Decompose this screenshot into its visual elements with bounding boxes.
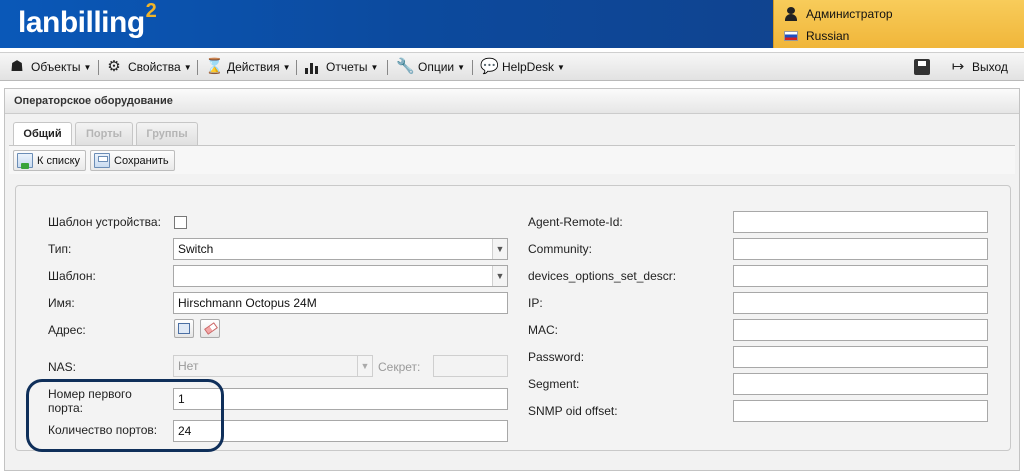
list-back-icon bbox=[17, 153, 33, 169]
menu-actions-label: Действия bbox=[227, 60, 280, 74]
speech-bubble-icon: 💬 bbox=[480, 58, 499, 75]
type-value: Switch bbox=[178, 242, 214, 256]
ip-input[interactable] bbox=[733, 292, 988, 314]
secret-input[interactable] bbox=[433, 355, 508, 377]
app-logo[interactable]: lanbilling2 bbox=[18, 0, 157, 40]
template-device-label: Шаблон устройства: bbox=[48, 215, 161, 229]
floppy-icon bbox=[914, 59, 930, 75]
chevron-down-icon[interactable]: ▼ bbox=[357, 356, 372, 376]
segment-label: Segment: bbox=[528, 377, 580, 391]
logo-superscript: 2 bbox=[145, 0, 157, 22]
menu-properties[interactable]: ⚙ Свойства ▼ bbox=[106, 53, 192, 81]
back-to-list-button[interactable]: К списку bbox=[13, 150, 87, 171]
menu-separator bbox=[296, 60, 297, 75]
menu-options[interactable]: 🔧 Опции ▼ bbox=[396, 53, 465, 81]
community-label: Community: bbox=[528, 242, 593, 256]
user-name: Администратор bbox=[806, 7, 893, 21]
caret-down-icon: ▼ bbox=[370, 62, 379, 72]
ip-label: IP: bbox=[528, 296, 543, 310]
menu-objects-label: Объекты bbox=[31, 60, 81, 74]
save-icon bbox=[94, 153, 110, 168]
caret-down-icon: ▼ bbox=[557, 62, 565, 72]
russian-flag-icon bbox=[784, 31, 798, 41]
tab-ports[interactable]: Порты bbox=[75, 122, 133, 145]
menu-properties-label: Свойства bbox=[128, 60, 181, 74]
logout-icon: ↦ bbox=[951, 58, 965, 75]
main-menubar: ☗ Объекты ▼ ⚙ Свойства ▼ ⌛ Действия ▼ Отчет… bbox=[0, 52, 1024, 81]
clear-address-button[interactable] bbox=[200, 319, 220, 338]
save-label: Сохранить bbox=[114, 154, 169, 167]
password-input[interactable] bbox=[733, 346, 988, 368]
devices-options-descr-label: devices_options_set_descr: bbox=[528, 269, 677, 283]
caret-down-icon: ▼ bbox=[183, 62, 192, 72]
menu-reports[interactable]: Отчеты ▼ bbox=[304, 53, 378, 81]
tab-general[interactable]: Общий bbox=[13, 122, 72, 146]
menu-separator bbox=[197, 60, 198, 75]
mac-input[interactable] bbox=[733, 319, 988, 341]
nas-label: NAS: bbox=[48, 360, 77, 374]
save-session-button[interactable] bbox=[914, 53, 936, 81]
agent-remote-id-label: Agent-Remote-Id: bbox=[528, 215, 623, 229]
menu-helpdesk-label: HelpDesk bbox=[502, 60, 555, 74]
type-label: Тип: bbox=[48, 242, 72, 256]
template-device-checkbox[interactable] bbox=[174, 216, 187, 229]
language-label: Russian bbox=[806, 29, 850, 43]
template-label: Шаблон: bbox=[48, 269, 96, 283]
user-menu[interactable]: Администратор bbox=[784, 4, 893, 24]
eraser-icon bbox=[204, 322, 218, 335]
caret-down-icon: ▼ bbox=[83, 62, 92, 72]
address-label: Адрес: bbox=[48, 323, 86, 337]
wrench-icon: 🔧 bbox=[396, 58, 415, 75]
menu-reports-label: Отчеты bbox=[326, 60, 368, 74]
segment-input[interactable] bbox=[733, 373, 988, 395]
template-select[interactable]: ▼ bbox=[173, 265, 508, 287]
panel-toolbar: К списку Сохранить bbox=[9, 146, 1015, 174]
logo-text: lanbilling bbox=[18, 6, 145, 39]
bar-chart-icon bbox=[304, 59, 320, 75]
devices-options-descr-input[interactable] bbox=[733, 265, 988, 287]
caret-down-icon: ▼ bbox=[457, 62, 466, 72]
secret-label: Секрет: bbox=[378, 360, 421, 374]
menu-separator bbox=[472, 60, 473, 75]
address-book-button[interactable] bbox=[174, 319, 194, 338]
type-select[interactable]: Switch ▼ bbox=[173, 238, 508, 260]
agent-remote-id-input[interactable] bbox=[733, 211, 988, 233]
person-icon bbox=[784, 7, 798, 21]
language-selector[interactable]: Russian bbox=[784, 26, 849, 46]
gear-icon: ⚙ bbox=[107, 58, 121, 75]
name-label: Имя: bbox=[48, 296, 75, 310]
menu-separator bbox=[98, 60, 99, 75]
logout-button[interactable]: ↦ Выход bbox=[950, 53, 1008, 81]
password-label: Password: bbox=[528, 350, 585, 364]
menu-separator bbox=[387, 60, 388, 75]
save-button[interactable]: Сохранить bbox=[90, 150, 175, 171]
chevron-down-icon[interactable]: ▼ bbox=[492, 239, 507, 259]
hourglass-icon: ⌛ bbox=[205, 58, 224, 75]
panel-title: Операторское оборудование bbox=[5, 89, 1019, 114]
snmp-oid-offset-label: SNMP oid offset: bbox=[528, 404, 618, 418]
tab-groups[interactable]: Группы bbox=[136, 122, 198, 145]
back-to-list-label: К списку bbox=[37, 154, 81, 167]
nas-value: Нет bbox=[178, 359, 199, 373]
chevron-down-icon[interactable]: ▼ bbox=[492, 266, 507, 286]
user-panel: Администратор Russian bbox=[773, 0, 1024, 48]
mac-label: MAC: bbox=[528, 323, 558, 337]
community-input[interactable] bbox=[733, 238, 988, 260]
logout-label: Выход bbox=[972, 60, 1008, 74]
menu-options-label: Опции bbox=[418, 60, 455, 74]
menu-actions[interactable]: ⌛ Действия ▼ bbox=[205, 53, 291, 81]
caret-down-icon: ▼ bbox=[282, 62, 291, 72]
port-fields-highlight bbox=[26, 379, 224, 452]
objects-icon: ☗ bbox=[10, 58, 24, 75]
address-book-icon bbox=[178, 323, 190, 334]
nas-select[interactable]: Нет ▼ bbox=[173, 355, 373, 377]
menu-objects[interactable]: ☗ Объекты ▼ bbox=[9, 53, 91, 81]
snmp-oid-offset-input[interactable] bbox=[733, 400, 988, 422]
name-input[interactable]: Hirschmann Octopus 24M bbox=[173, 292, 508, 314]
menu-helpdesk[interactable]: 💬 HelpDesk ▼ bbox=[480, 53, 565, 81]
